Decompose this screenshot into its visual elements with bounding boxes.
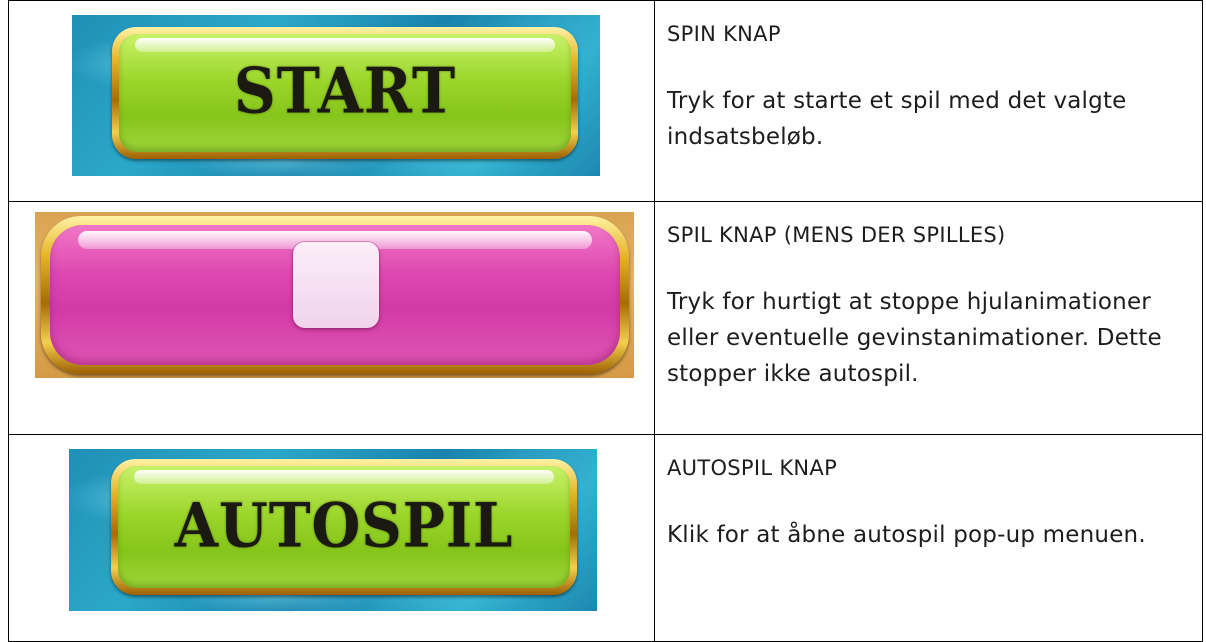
row-title: SPIN KNAP bbox=[667, 22, 781, 46]
stop-button-image bbox=[41, 216, 629, 374]
row-description: Tryk for hurtigt at stoppe hjulanimation… bbox=[667, 289, 1162, 387]
table-row: START SPIN KNAP Tryk for at starte et sp… bbox=[8, 0, 1203, 202]
row-title: AUTOSPIL KNAP bbox=[667, 456, 838, 480]
table-row: SPIL KNAP (MENS DER SPILLES) Tryk for hu… bbox=[8, 201, 1203, 435]
gloss-highlight bbox=[135, 38, 555, 52]
start-button-image: START bbox=[112, 27, 578, 159]
help-table: START SPIN KNAP Tryk for at starte et sp… bbox=[8, 0, 1203, 642]
autospil-label: AUTOSPIL bbox=[174, 490, 514, 562]
stop-square-icon bbox=[293, 242, 379, 328]
description-cell: SPIL KNAP (MENS DER SPILLES) Tryk for hu… bbox=[654, 201, 1203, 435]
start-label: START bbox=[233, 54, 457, 128]
gloss-highlight bbox=[134, 470, 554, 484]
autospil-button-image: AUTOSPIL bbox=[111, 459, 577, 595]
table-row: AUTOSPIL AUTOSPIL KNAP Klik for at åbne … bbox=[8, 434, 1203, 642]
button-image-cell: AUTOSPIL bbox=[8, 434, 655, 642]
row-title: SPIL KNAP (MENS DER SPILLES) bbox=[667, 223, 1006, 247]
row-description: Tryk for at starte et spil med det valgt… bbox=[667, 88, 1127, 150]
sand-background bbox=[35, 212, 634, 378]
description-cell: AUTOSPIL KNAP Klik for at åbne autospil … bbox=[654, 434, 1203, 642]
row-description: Klik for at åbne autospil pop-up menuen. bbox=[667, 522, 1146, 548]
description-cell: SPIN KNAP Tryk for at starte et spil med… bbox=[654, 0, 1203, 202]
button-image-cell: START bbox=[8, 0, 655, 202]
button-image-cell bbox=[8, 201, 655, 435]
